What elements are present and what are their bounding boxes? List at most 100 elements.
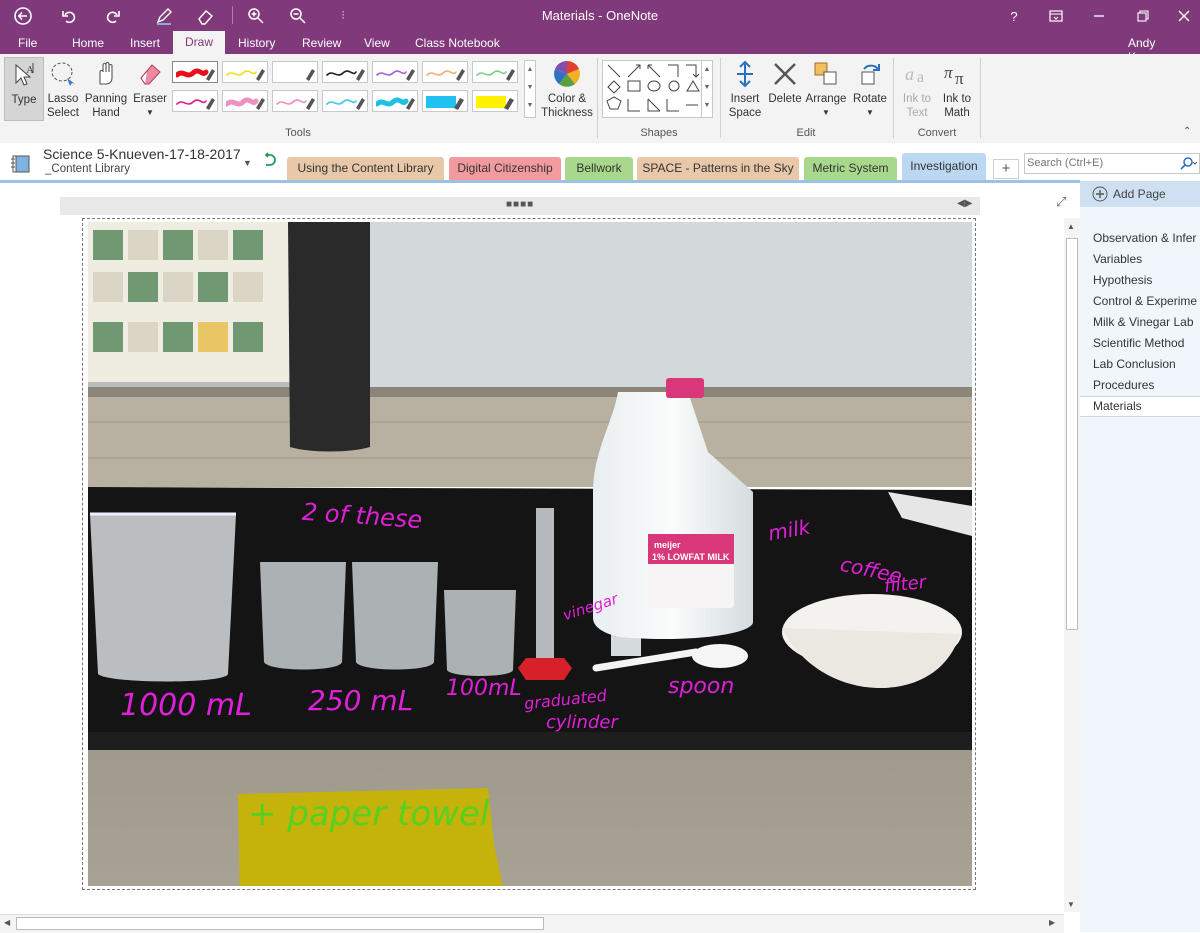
- gallery-scroll[interactable]: ▲ ▼ ▼: [524, 60, 536, 118]
- help-button[interactable]: ?: [1003, 5, 1025, 27]
- chevron-down-icon: ▼: [866, 108, 874, 117]
- arrange-icon: [814, 62, 837, 85]
- shapes-gallery[interactable]: [602, 60, 702, 118]
- section-tab[interactable]: Bellwork: [565, 157, 633, 180]
- pen-swatch[interactable]: [322, 61, 368, 83]
- delete-button[interactable]: Delete: [766, 60, 804, 106]
- photo-drawing: [88, 222, 972, 886]
- type-button[interactable]: A Type: [4, 57, 44, 121]
- shapes-group-label: Shapes: [640, 127, 678, 139]
- full-page-view-icon[interactable]: ⤢: [1056, 194, 1066, 210]
- collapse-ribbon-icon[interactable]: ⌃: [1183, 126, 1191, 137]
- pen-swatch[interactable]: [472, 61, 518, 83]
- vertical-scrollbar[interactable]: ▲ ▼: [1064, 218, 1080, 912]
- resize-container-icon[interactable]: ◀▶: [957, 198, 972, 209]
- ink-to-text-button[interactable]: aa Ink to Text: [899, 60, 935, 120]
- scroll-thumb[interactable]: [16, 917, 544, 930]
- lasso-label: Lasso: [47, 93, 79, 105]
- page-list-item[interactable]: Milk & Vinegar Lab: [1093, 315, 1194, 329]
- page-list-item[interactable]: Observation & Infer: [1093, 231, 1196, 245]
- tab-class-notebook[interactable]: Class Notebook: [415, 36, 500, 50]
- lasso-label-2: Select: [47, 107, 79, 119]
- pen-swatch[interactable]: [372, 90, 418, 112]
- pen-swatch[interactable]: [422, 61, 468, 83]
- pen-swatch[interactable]: [322, 90, 368, 112]
- ink-to-math-button[interactable]: ππ Ink to Math: [938, 60, 976, 120]
- restore-icon[interactable]: [1045, 5, 1067, 27]
- scroll-up-icon[interactable]: ▲: [1067, 222, 1075, 231]
- tab-review[interactable]: Review: [302, 36, 341, 50]
- section-tab[interactable]: SPACE - Patterns in the Sky: [637, 157, 799, 180]
- color-thickness-button[interactable]: Color & Thickness: [540, 60, 594, 120]
- page-list-item[interactable]: Hypothesis: [1093, 273, 1152, 287]
- pen-swatch[interactable]: [222, 90, 268, 112]
- pen-swatch[interactable]: [372, 61, 418, 83]
- chevron-down-icon[interactable]: ▼: [243, 158, 252, 168]
- pen-swatch[interactable]: [272, 90, 318, 112]
- section-tab[interactable]: Digital Citizenship: [449, 157, 561, 180]
- close-icon[interactable]: [1173, 5, 1195, 27]
- page-list-item[interactable]: Scientific Method: [1093, 336, 1184, 350]
- tab-home[interactable]: Home: [72, 36, 104, 50]
- annotation-100ml: 100mL: [446, 676, 522, 701]
- search-icon[interactable]: [1179, 156, 1198, 173]
- pen-swatch[interactable]: [172, 90, 218, 112]
- eraser-button[interactable]: Eraser ▼: [131, 60, 169, 120]
- page-list-item[interactable]: Control & Experime: [1093, 294, 1197, 308]
- container-handle-bar[interactable]: ■■■■ ◀▶: [60, 197, 980, 215]
- divider: [980, 58, 981, 138]
- tab-view[interactable]: View: [364, 36, 390, 50]
- drag-handle-icon[interactable]: ■■■■: [506, 199, 534, 210]
- search-input[interactable]: [1027, 155, 1173, 171]
- pen-swatch[interactable]: [172, 61, 218, 83]
- pen-swatch[interactable]: [222, 61, 268, 83]
- pen-swatch[interactable]: [472, 90, 518, 112]
- pen-swatch[interactable]: [272, 61, 318, 83]
- tab-draw[interactable]: Draw: [173, 31, 226, 54]
- arrange-button[interactable]: Arrange ▼: [804, 60, 848, 120]
- tab-file[interactable]: File: [18, 36, 37, 50]
- page-list-pane: Add Page Observation & Infer Variables Hyp…: [1080, 181, 1200, 932]
- search-box[interactable]: [1024, 153, 1200, 174]
- ink-to-math-label-2: Math: [944, 107, 970, 119]
- annotation-filter: filter: [883, 571, 928, 598]
- scroll-left-icon[interactable]: ◀: [4, 918, 10, 927]
- convert-group-label: Convert: [917, 127, 957, 139]
- maximize-icon[interactable]: [1132, 5, 1154, 27]
- page-list-item[interactable]: Procedures: [1093, 378, 1154, 392]
- add-section-button[interactable]: +: [993, 159, 1019, 179]
- horizontal-scrollbar[interactable]: ◀ ▶: [0, 914, 1064, 933]
- page-list-item[interactable]: Lab Conclusion: [1093, 357, 1176, 371]
- rotate-icon: [861, 64, 880, 85]
- add-page-label: Add Page: [1113, 187, 1166, 201]
- tab-history[interactable]: History: [238, 36, 275, 50]
- page-list-item[interactable]: Materials: [1080, 396, 1200, 417]
- milk-product: 1% LOWFAT MILK: [652, 552, 730, 562]
- scroll-thumb[interactable]: [1066, 238, 1078, 630]
- tab-insert[interactable]: Insert: [130, 36, 160, 50]
- notebook-icon[interactable]: [10, 154, 32, 174]
- draw-ribbon: A Type Lasso Select Panning Hand Eraser …: [0, 54, 1200, 144]
- add-page-button[interactable]: Add Page: [1080, 181, 1200, 207]
- insert-space-label-2: Space: [728, 107, 762, 119]
- panning-hand-button[interactable]: Panning Hand: [83, 60, 129, 120]
- section-tab[interactable]: Using the Content Library: [287, 157, 444, 180]
- section-tab[interactable]: Investigation: [902, 153, 986, 180]
- section-group-name: _Content Library: [45, 163, 131, 175]
- pen-swatch[interactable]: [422, 90, 468, 112]
- section-tab[interactable]: Metric System: [804, 157, 897, 180]
- rotate-button[interactable]: Rotate ▼: [850, 60, 890, 120]
- annotation-spoon: spoon: [668, 674, 735, 699]
- lasso-select-button[interactable]: Lasso Select: [46, 60, 80, 120]
- lab-materials-photo: meijer 1% LOWFAT MILK 2 of these 1000 mL…: [88, 222, 972, 886]
- chevron-down-icon: ▼: [146, 108, 154, 117]
- scroll-down-icon[interactable]: ▼: [1067, 900, 1075, 909]
- navigate-up-icon[interactable]: [263, 152, 277, 171]
- shapes-scroll[interactable]: ▲ ▼ ▼: [701, 60, 713, 118]
- page-list-item[interactable]: Variables: [1093, 252, 1142, 266]
- scroll-right-icon[interactable]: ▶: [1049, 918, 1055, 927]
- insert-space-button[interactable]: Insert Space: [726, 60, 764, 120]
- ink-to-math-label: Ink to: [942, 93, 972, 105]
- minimize-icon[interactable]: [1088, 5, 1110, 27]
- notebook-name[interactable]: Science 5-Knueven-17-18-2017: [43, 146, 241, 162]
